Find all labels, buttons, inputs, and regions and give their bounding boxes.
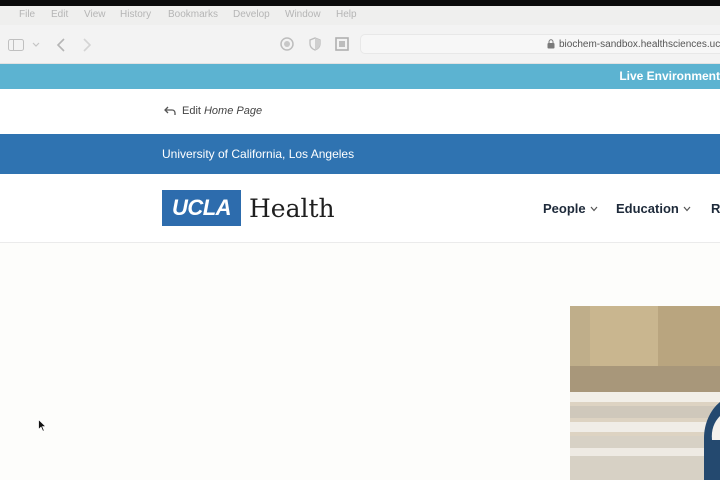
nav-people[interactable]: People — [543, 201, 598, 216]
menu-help[interactable]: Help — [336, 9, 357, 20]
menu-file[interactable]: File — [19, 9, 35, 20]
logo-box: UCLA — [162, 190, 241, 226]
apple-menu-icon[interactable] — [0, 9, 3, 21]
chevron-down-icon[interactable] — [32, 42, 40, 48]
screen: File Edit View History Bookmarks Develop… — [0, 0, 720, 480]
nav-people-label: People — [543, 201, 586, 216]
menu-bookmarks[interactable]: Bookmarks — [168, 9, 218, 20]
nav-research[interactable]: R — [711, 201, 720, 216]
address-bar[interactable]: biochem-sandbox.healthsciences.ucla.edu — [360, 34, 720, 54]
university-bar: University of California, Los Angeles — [0, 134, 720, 174]
menu-history[interactable]: History — [120, 9, 151, 20]
mouse-cursor-icon — [38, 419, 47, 432]
edit-page-name: Home Page — [203, 105, 263, 117]
sidebar-toggle-icon[interactable] — [8, 39, 24, 51]
extension-icon[interactable] — [280, 37, 294, 51]
reader-icon[interactable] — [335, 37, 349, 51]
nav-education-label: Education — [616, 201, 679, 216]
forward-icon[interactable] — [82, 38, 92, 52]
edit-home-page-link[interactable]: Edit Home Page — [164, 105, 262, 117]
menu-window[interactable]: Window — [285, 9, 321, 20]
ucla-health-logo[interactable]: UCLA Health — [162, 190, 335, 226]
live-environment-banner: Live Environment — [0, 64, 720, 89]
hero-photo-graphic — [570, 306, 720, 480]
nav-research-label: R — [711, 201, 720, 216]
university-name[interactable]: University of California, Los Angeles — [162, 147, 354, 161]
url-text: biochem-sandbox.healthsciences.ucla.edu — [559, 39, 720, 50]
live-environment-label: Live Environment — [619, 69, 720, 83]
browser-toolbar: biochem-sandbox.healthsciences.ucla.edu — [0, 25, 720, 64]
shield-icon[interactable] — [309, 37, 321, 51]
menu-edit[interactable]: Edit — [51, 9, 68, 20]
chevron-down-icon — [683, 206, 691, 211]
return-arrow-icon — [164, 106, 176, 115]
nav-education[interactable]: Education — [616, 201, 691, 216]
lock-icon — [547, 39, 555, 49]
menu-bar: File Edit View History Bookmarks Develop… — [0, 6, 720, 25]
logo-word: Health — [249, 193, 335, 223]
chevron-down-icon — [590, 206, 598, 211]
back-icon[interactable] — [56, 38, 66, 52]
hero-photo — [570, 306, 720, 480]
menu-view[interactable]: View — [84, 9, 106, 20]
site-header: UCLA Health People Education R — [0, 174, 720, 243]
menu-develop[interactable]: Develop — [233, 9, 270, 20]
edit-bar: Edit Home Page — [0, 89, 720, 134]
edit-prefix: Edit — [182, 105, 201, 117]
